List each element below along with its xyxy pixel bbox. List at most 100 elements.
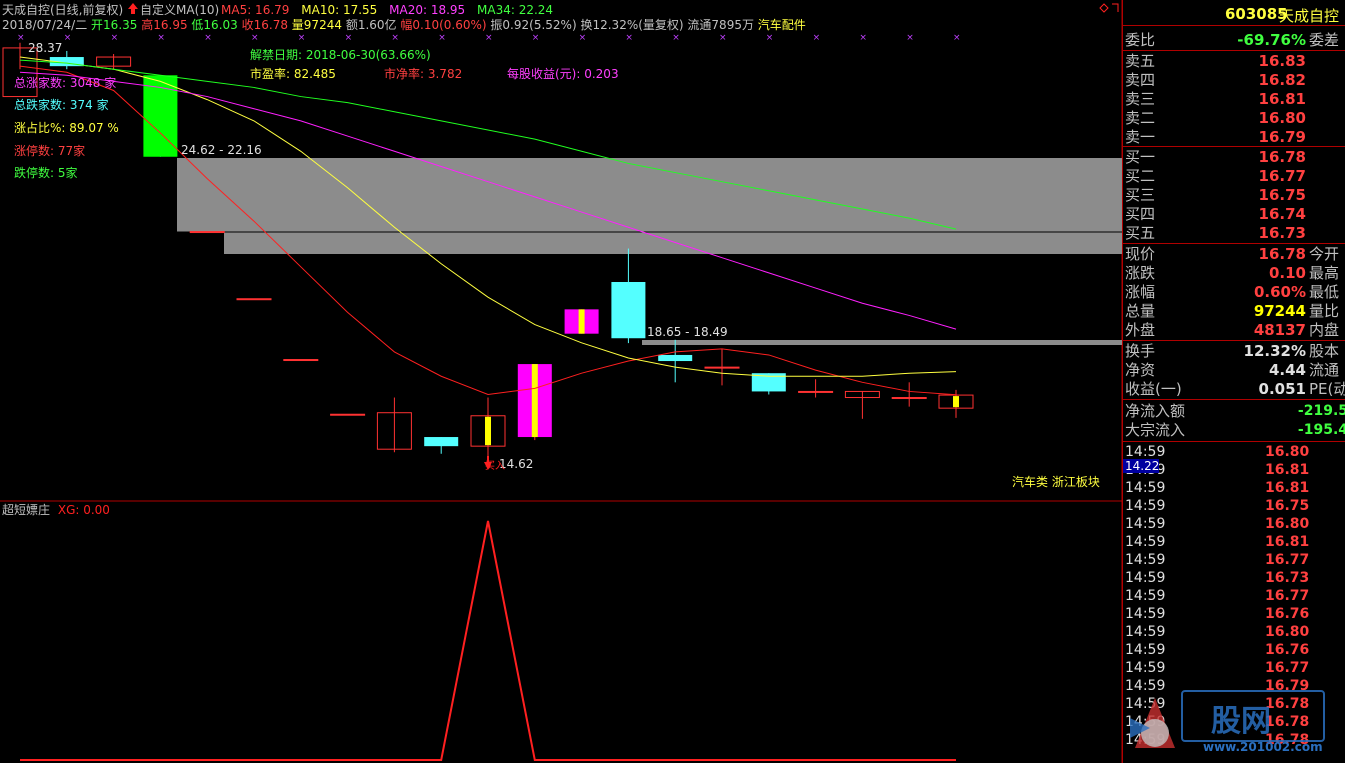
kline-chart[interactable]: 28.0027.0026.0025.0024.0023.0022.0021.00… — [0, 0, 1122, 763]
candle[interactable] — [798, 379, 834, 398]
buy-level-row: 买二 16.77 — [1125, 167, 1306, 185]
candle-core — [953, 396, 959, 408]
tick-row: 14:59 16.76 — [1125, 606, 1310, 622]
candle-body — [704, 366, 740, 369]
candle[interactable] — [844, 390, 880, 419]
candle-core — [485, 416, 491, 446]
block-flow-row: 大宗流入 -195.4 — [1125, 421, 1345, 439]
ma5-label: MA5: 16.79 — [221, 3, 290, 17]
high-price-label: 28.37 — [28, 41, 63, 55]
xg-value: XG: 0.00 — [57, 503, 110, 517]
lower-indicator-title[interactable]: 超短嫖庄 — [2, 503, 50, 517]
event-marker: × — [438, 33, 446, 43]
ma34-label: MA34: 22.24 — [477, 3, 554, 17]
candle[interactable] — [283, 359, 319, 362]
candle[interactable] — [189, 231, 225, 234]
event-marker: × — [17, 33, 25, 43]
pb-ratio: 市净率: 3.782 — [384, 67, 463, 81]
quote-stat-row: 换手 12.32% 股本 — [1125, 342, 1340, 360]
buy-level-row: 买一 16.78 — [1125, 148, 1306, 166]
event-marker: × — [157, 33, 165, 43]
amount-label: 额1.60亿 — [345, 18, 397, 32]
limit-up: 涨停数: 77家 — [14, 144, 86, 158]
sector-tag[interactable]: 汽车类 浙江板块 — [1012, 475, 1100, 489]
order-ratio-row: 委比 -69.76% 委差 — [1125, 31, 1340, 49]
event-marker: × — [64, 33, 72, 43]
gap-label-1: 24.62 - 22.16 — [181, 143, 262, 157]
tick-row: 14:59 16.80 — [1125, 516, 1310, 532]
event-marker: × — [111, 33, 119, 43]
buy-level-row: 买五 16.73 — [1125, 224, 1306, 242]
watermark-url: www.201002.com — [1203, 740, 1323, 754]
sell-level-row: 卖一 16.79 — [1125, 128, 1306, 146]
pe-ratio: 市盈率: 82.485 — [250, 67, 336, 81]
candle[interactable] — [517, 364, 552, 441]
sell-level-row: 卖二 16.80 — [1125, 109, 1306, 127]
watermark-logo: 股网 — [1181, 690, 1325, 742]
xg-signal-line — [20, 520, 956, 761]
up-ratio: 涨占比%: 89.07 % — [14, 121, 119, 135]
event-marker: × — [485, 33, 493, 43]
candle-body — [611, 282, 646, 339]
candle[interactable] — [470, 397, 506, 461]
corner-collapse-icon[interactable] — [1112, 3, 1119, 12]
down-count: 总跌家数: 374 家 — [14, 98, 109, 112]
candle[interactable] — [611, 248, 646, 344]
event-marker: × — [859, 33, 867, 43]
change-label: 幅0.10(0.60%) — [400, 18, 487, 32]
quote-stat-row: 涨幅 0.60% 最低 — [1125, 283, 1340, 301]
indicator-name[interactable]: 自定义MA(10) — [140, 3, 219, 17]
gap-label-2: 18.65 - 18.49 — [647, 325, 728, 339]
quote-stat-row: 现价 16.78 今开 — [1125, 245, 1340, 263]
quote-panel: 603085 天成自控 委比 -69.76% 委差 卖五 16.83 卖四 16.82… — [1122, 0, 1345, 763]
quote-stat-row: 外盘 48137 内盘 — [1125, 321, 1340, 339]
candle[interactable] — [424, 437, 459, 454]
ma20-label: MA20: 18.95 — [389, 3, 466, 17]
tick-row: 14:59 16.77 — [1125, 588, 1310, 604]
date-label: 2018/07/24/二 — [2, 18, 88, 32]
candle-core — [578, 309, 585, 334]
event-marker: × — [625, 33, 633, 43]
candle[interactable] — [704, 348, 740, 386]
amplitude-label: 振0.92(5.52%) — [490, 18, 577, 32]
event-marker: × — [298, 33, 306, 43]
corner-diamond-icon[interactable] — [1099, 3, 1109, 13]
event-marker: × — [766, 33, 774, 43]
candle[interactable] — [658, 339, 693, 383]
tick-row: 14:59 16.80 — [1125, 624, 1310, 640]
candle-body — [658, 354, 693, 362]
quote-stat-row: 净资 4.44 流通 — [1125, 361, 1340, 379]
quote-stat-row: 收益(一)0.051PE(动) — [1125, 380, 1345, 398]
event-marker: × — [953, 33, 961, 43]
tick-row: 14:59 16.73 — [1125, 570, 1310, 586]
candle[interactable] — [376, 397, 412, 453]
sector-label[interactable]: 汽车配件 — [758, 18, 806, 32]
gap-zone-2 — [224, 232, 1122, 254]
event-marker: × — [532, 33, 540, 43]
stock-name: 天成自控 — [1279, 7, 1340, 25]
tick-row: 14:59 16.77 — [1125, 552, 1310, 568]
up-count: 总涨家数: 3048 家 — [14, 76, 117, 90]
event-marker: × — [719, 33, 727, 43]
eps: 每股收益(元): 0.203 — [507, 67, 619, 81]
event-marker: × — [672, 33, 680, 43]
sell-level-row: 卖五 16.83 — [1125, 52, 1306, 70]
candle[interactable] — [96, 54, 132, 70]
event-marker: × — [906, 33, 914, 43]
quote-stat-row: 涨跌 0.10 最高 — [1125, 264, 1340, 282]
tick-row: 14:5916.81 — [1125, 534, 1310, 550]
candle[interactable] — [330, 413, 366, 416]
candle[interactable] — [891, 382, 927, 407]
chart-title: 天成自控(日线,前复权) — [2, 3, 124, 17]
candle-body — [424, 437, 459, 447]
limit-down: 跌停数: 5家 — [14, 166, 78, 180]
close-label: 收16.78 — [241, 18, 288, 32]
candle[interactable] — [236, 298, 272, 301]
buy-signal-label: 买入 — [485, 461, 505, 472]
low-label: 低16.03 — [191, 18, 238, 32]
event-marker: × — [204, 33, 212, 43]
tick-row: 14:5916.81 — [1125, 480, 1310, 496]
candle-body — [798, 390, 834, 393]
event-marker: × — [251, 33, 259, 43]
candle[interactable] — [564, 309, 599, 334]
